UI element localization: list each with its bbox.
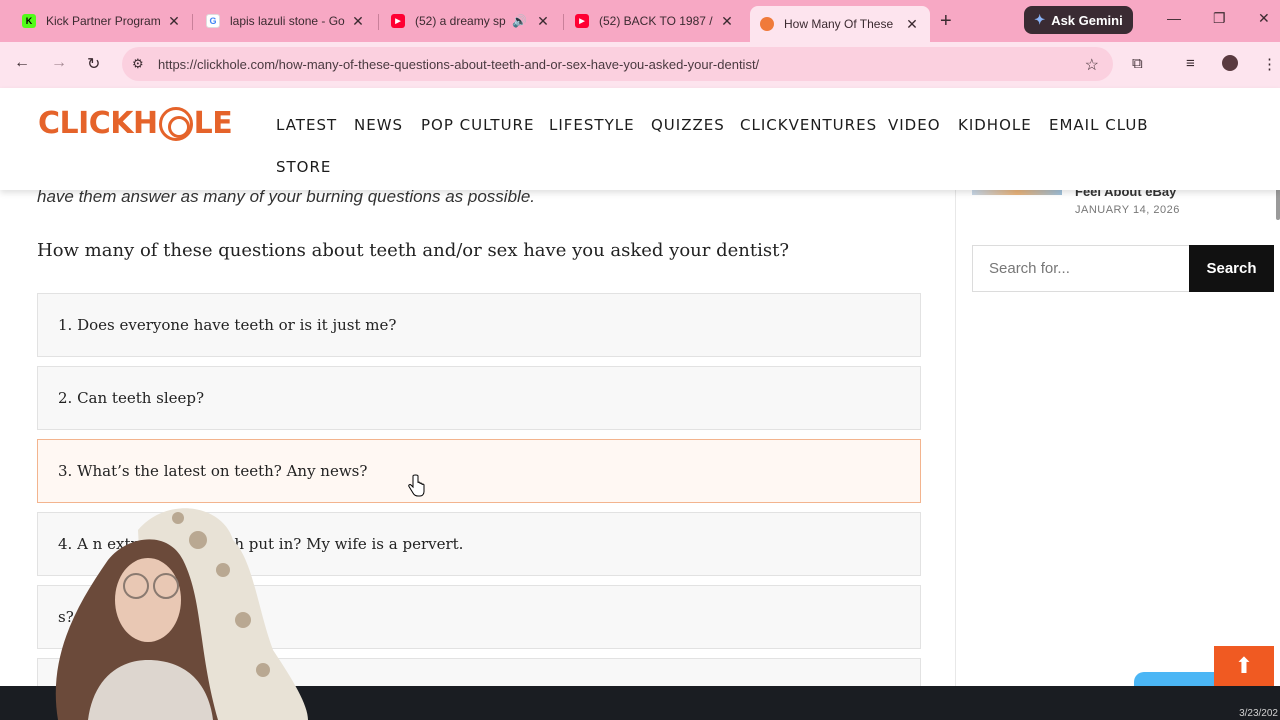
forward-arrow-icon[interactable]: → [51, 54, 67, 72]
gemini-sparkle-icon: ✦ [1034, 12, 1046, 27]
tab-title: (52) BACK TO 1987 / [599, 14, 713, 28]
search-input[interactable]: Search for... [972, 245, 1190, 292]
tab-lapis-search[interactable]: G lapis lazuli stone - Go ✕ [196, 7, 376, 35]
tab-title: (52) a dreamy sp [415, 14, 506, 28]
browser-toolbar: ← → ↻ ⚙ https://clickhole.com/how-many-o… [0, 42, 1280, 88]
chair-pattern-dot [256, 663, 270, 677]
site-info-icon[interactable]: ⚙ [132, 56, 152, 72]
google-icon: G [206, 14, 220, 28]
sidebar-post-thumbnail[interactable] [972, 190, 1062, 195]
tab-divider [192, 14, 193, 30]
youtube-icon: ▶ [391, 14, 405, 28]
webcam-overlay [55, 508, 308, 720]
logo-text-part: LE [193, 106, 233, 141]
close-icon[interactable]: ✕ [904, 16, 920, 33]
question-item[interactable]: 3. What’s the latest on teeth? Any news? [37, 439, 921, 503]
profile-avatar-icon[interactable] [1222, 55, 1238, 71]
new-tab-button[interactable]: + [940, 10, 952, 33]
youtube-icon: ▶ [575, 14, 589, 28]
menu-kebab-icon[interactable]: ⋮ [1262, 55, 1277, 73]
taskbar-date: 3/23/202 [1239, 708, 1278, 719]
nav-clickventures[interactable]: CLICKVENTURES [740, 116, 877, 134]
chair-pattern-dot [189, 531, 207, 549]
article-intro: have them answer as many of your burning… [37, 190, 535, 206]
tab-divider [563, 14, 564, 30]
search-button[interactable]: Search [1189, 245, 1274, 292]
nav-news[interactable]: NEWS [354, 116, 403, 134]
tab-dreamy-video[interactable]: ▶ (52) a dreamy sp 🔊 ✕ [381, 7, 561, 35]
nav-video[interactable]: VIDEO [888, 116, 941, 134]
window-close-icon[interactable]: ✕ [1258, 10, 1270, 27]
media-controls-icon[interactable]: ≡ [1186, 55, 1195, 72]
tab-back-to-1987[interactable]: ▶ (52) BACK TO 1987 / ✕ [565, 7, 745, 35]
sidebar-divider [955, 190, 956, 686]
chair-pattern-dot [216, 563, 230, 577]
clickhole-logo[interactable]: CLICKH LE [38, 106, 233, 141]
minimize-icon[interactable]: — [1167, 10, 1181, 26]
close-icon[interactable]: ✕ [535, 13, 551, 30]
logo-text-part: CLICKH [38, 106, 158, 141]
address-bar[interactable]: ⚙ https://clickhole.com/how-many-of-thes… [122, 47, 1113, 81]
question-item[interactable]: 1. Does everyone have teeth or is it jus… [37, 293, 921, 357]
clickhole-favicon-icon [760, 17, 774, 31]
tab-clickhole-article[interactable]: How Many Of These ✕ [750, 6, 930, 42]
bookmark-star-icon[interactable]: ☆ [1085, 55, 1099, 75]
chair-pattern-dot [172, 512, 184, 524]
tab-title: Kick Partner Program [46, 14, 161, 28]
tab-divider [378, 14, 379, 30]
article-heading: How many of these questions about teeth … [37, 240, 789, 261]
logo-spiral-icon [158, 106, 193, 141]
close-icon[interactable]: ✕ [166, 13, 182, 30]
nav-email-club[interactable]: EMAIL CLUB [1049, 116, 1149, 134]
restore-icon[interactable]: ❐ [1213, 10, 1226, 27]
arrow-up-icon: ⬆ [1234, 653, 1254, 678]
close-icon[interactable]: ✕ [719, 13, 735, 30]
reload-icon[interactable]: ↻ [87, 54, 100, 74]
tab-kick-partner[interactable]: K Kick Partner Program ✕ [12, 7, 192, 35]
nav-store[interactable]: STORE [276, 158, 331, 176]
site-header: CLICKH LE LATEST NEWS POP CULTURE LIFESTY… [0, 88, 1280, 190]
url-text[interactable]: https://clickhole.com/how-many-of-these-… [158, 57, 1058, 72]
scroll-to-top-button[interactable]: ⬆ [1214, 646, 1274, 686]
question-item[interactable]: 2. Can teeth sleep? [37, 366, 921, 430]
nav-lifestyle[interactable]: LIFESTYLE [549, 116, 635, 134]
sidebar-post-date: JANUARY 14, 2026 [1075, 204, 1180, 216]
person-face [115, 558, 181, 642]
extensions-icon[interactable]: ⧉ [1132, 55, 1143, 72]
back-arrow-icon[interactable]: ← [14, 54, 30, 72]
nav-latest[interactable]: LATEST [276, 116, 337, 134]
close-icon[interactable]: ✕ [350, 13, 366, 30]
tab-title: lapis lazuli stone - Go [230, 14, 345, 28]
tab-title: How Many Of These [784, 17, 894, 31]
browser-tab-strip: K Kick Partner Program ✕ G lapis lazuli … [0, 0, 1280, 42]
nav-pop-culture[interactable]: POP CULTURE [421, 116, 534, 134]
nav-quizzes[interactable]: QUIZZES [651, 116, 725, 134]
speaker-icon[interactable]: 🔊 [512, 14, 527, 28]
gemini-label: Ask Gemini [1051, 12, 1123, 28]
kick-icon: K [22, 14, 36, 28]
chair-pattern-dot [235, 612, 251, 628]
hand-cursor-icon [408, 474, 425, 497]
ask-gemini-button[interactable]: ✦ Ask Gemini [1024, 6, 1133, 34]
nav-kidhole[interactable]: KIDHOLE [958, 116, 1032, 134]
